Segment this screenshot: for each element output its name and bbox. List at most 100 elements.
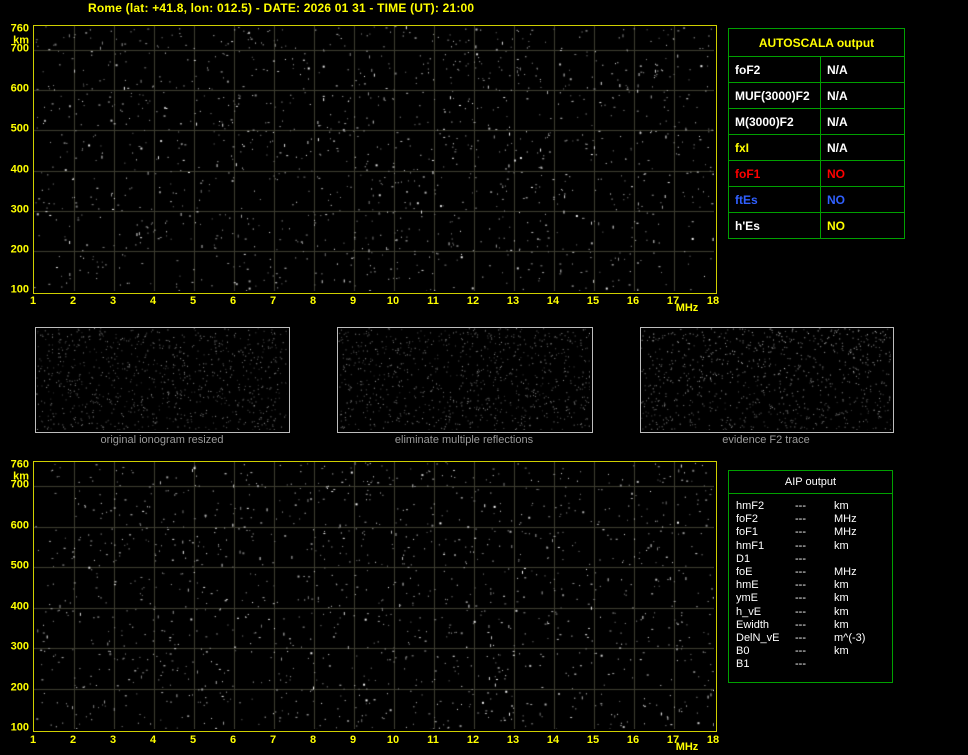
autoscala-parameter-value: N/A (820, 108, 905, 135)
aip-parameter-label: ymE (736, 592, 758, 605)
y-tick-label: 400 (10, 600, 29, 613)
aip-table-row: ymE --- km (729, 592, 892, 605)
aip-table-row: B1 --- (729, 658, 892, 671)
panel-eliminate-reflections-canvas (338, 328, 590, 430)
x-tick-label: 7 (269, 295, 277, 307)
aip-table-row: foF2 --- MHz (729, 513, 892, 526)
x-tick-label: 13 (506, 734, 520, 746)
aip-table-row: Ewidth --- km (729, 619, 892, 632)
aip-parameter-label: foE (736, 565, 753, 578)
autoscala-table-body: foF2 N/A MUF(3000)F2 N/A M(3000)F2 N/A fxI N/A f… (728, 56, 905, 239)
autoscala-table-row: MUF(3000)F2 N/A (728, 82, 905, 109)
autoscala-table-header-row: AUTOSCALA output (728, 28, 905, 57)
aip-parameter-label: foF2 (736, 513, 759, 526)
aip-table-rows: hmF2 --- km foF2 --- MHz foF1 --- MHz hmF1 --- km D1… (729, 494, 892, 671)
aip-parameter-value: --- (795, 513, 806, 526)
aip-parameter-label: B1 (736, 658, 750, 671)
x-tick-label: 7 (269, 734, 277, 746)
autoscala-parameter-value: NO (820, 212, 905, 239)
aip-parameter-value: --- (795, 552, 806, 565)
aip-parameter-unit: MHz (834, 565, 857, 578)
aip-table-row: DelN_vE --- m^(-3) (729, 632, 892, 645)
autoscala-table-row: h'Es NO (728, 212, 905, 239)
autoscala-table-row: fxI N/A (728, 134, 905, 161)
y-tick-label: 600 (10, 82, 29, 95)
aip-parameter-value: --- (795, 618, 806, 631)
y-tick-label: 200 (10, 681, 29, 694)
x-tick-label: 6 (229, 295, 237, 307)
aip-parameter-value: --- (795, 565, 806, 578)
autoscala-parameter-label: foF1 (728, 160, 821, 187)
aip-table-row: B0 --- km (729, 645, 892, 658)
y-tick-label: 700 (10, 478, 29, 491)
aip-parameter-label: hmE (736, 579, 759, 592)
aip-parameter-unit: MHz (834, 513, 857, 526)
autoscala-parameter-label: h'Es (728, 212, 821, 239)
y-tick-label: 100 (10, 283, 29, 296)
x-tick-label: 1 (29, 295, 37, 307)
x-tick-label: 18 (706, 295, 720, 307)
x-tick-label: 16 (626, 734, 640, 746)
y-tick-label: 300 (10, 640, 29, 653)
aip-parameter-label: h_vE (736, 605, 762, 618)
main-ionogram-y-axis: 760 km 700 600 500 400 300 200 100 (0, 23, 31, 295)
x-tick-label: 11 (427, 734, 439, 746)
panel-original-ionogram (35, 327, 290, 433)
autoscala-table-row: foF1 NO (728, 160, 905, 187)
aip-table-row: h_vE --- km (729, 606, 892, 619)
x-tick-label: 4 (149, 734, 157, 746)
aip-parameter-value: --- (795, 631, 806, 644)
aip-parameter-value: --- (795, 605, 806, 618)
autoscala-table-row: ftEs NO (728, 186, 905, 213)
autoscala-table-row: M(3000)F2 N/A (728, 108, 905, 135)
x-tick-label: 15 (586, 295, 600, 307)
autoscala-output-table: AUTOSCALA output foF2 N/A MUF(3000)F2 N/A M(… (728, 28, 905, 239)
x-tick-label: 10 (386, 734, 400, 746)
y-tick-label: 300 (10, 203, 29, 216)
aip-ionogram-x-axis: 1 2 3 4 5 6 7 8 9 10 11 12 13 14 15 16 17 18 MHz (29, 734, 719, 754)
autoscala-parameter-label: foF2 (728, 56, 821, 83)
x-axis-unit-label: MHz (675, 741, 699, 753)
x-tick-label: 8 (309, 734, 317, 746)
main-ionogram-plot (33, 25, 717, 294)
x-tick-label: 13 (506, 295, 520, 307)
autoscala-parameter-value: N/A (820, 56, 905, 83)
autoscala-parameter-value: NO (820, 160, 905, 187)
x-tick-label: 2 (69, 295, 77, 307)
x-tick-label: 3 (109, 295, 117, 307)
x-tick-label: 10 (386, 295, 400, 307)
aip-parameter-label: foF1 (736, 526, 759, 539)
aip-parameter-value: --- (795, 579, 806, 592)
x-tick-label: 6 (229, 734, 237, 746)
aip-parameter-value: --- (795, 658, 806, 671)
autoscala-parameter-value: N/A (820, 134, 905, 161)
y-axis-max-label: 760 (10, 458, 29, 471)
autoscala-parameter-label: fxI (728, 134, 821, 161)
x-tick-label: 18 (706, 734, 720, 746)
x-tick-label: 12 (466, 295, 480, 307)
aip-parameter-unit: MHz (834, 526, 857, 539)
aip-parameter-unit: km (834, 500, 849, 512)
station-date-time-header: Rome (lat: +41.8, lon: 012.5) - DATE: 20… (88, 1, 475, 15)
aip-parameter-label: hmF1 (736, 539, 765, 552)
aip-parameter-value: --- (795, 539, 806, 552)
x-tick-label: 16 (626, 295, 640, 307)
x-tick-label: 5 (189, 734, 197, 746)
aip-parameter-label: hmF2 (736, 500, 765, 512)
main-ionogram-canvas (34, 26, 714, 291)
x-tick-label: 1 (29, 734, 37, 746)
aip-parameter-value: --- (795, 592, 806, 605)
aip-ionogram-canvas (34, 462, 714, 729)
aip-output-table: AIP output hmF2 --- km foF2 --- MHz foF1 --- MHz… (728, 470, 893, 683)
panel-original-ionogram-canvas (36, 328, 287, 430)
x-tick-label: 15 (586, 734, 600, 746)
aip-table-row: foF1 --- MHz (729, 526, 892, 539)
aip-parameter-unit: km (834, 645, 849, 658)
panel-evidence-f2-trace-canvas (641, 328, 891, 430)
aip-parameter-value: --- (795, 526, 806, 539)
autoscala-parameter-label: ftEs (728, 186, 821, 213)
aip-parameter-unit (834, 658, 892, 671)
aip-parameter-label: Ewidth (736, 618, 770, 631)
aip-table-row: D1 --- (729, 553, 892, 566)
x-tick-label: 14 (546, 295, 560, 307)
